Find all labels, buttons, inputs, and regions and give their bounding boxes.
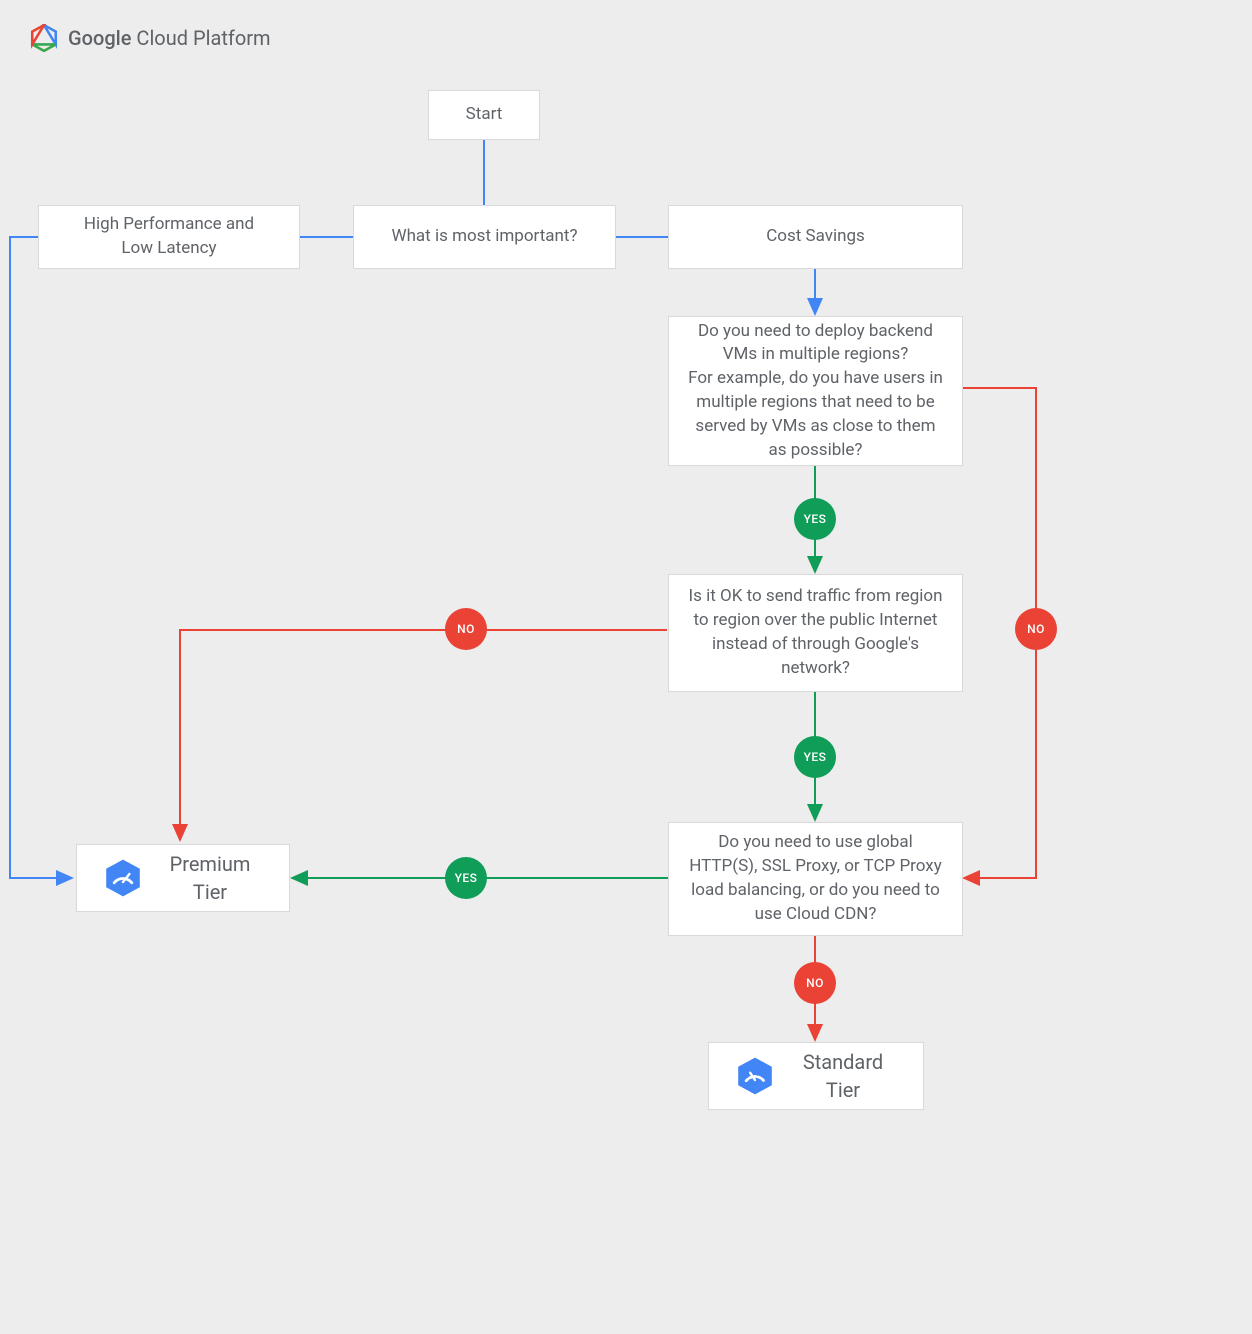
node-question-regions: Do you need to deploy backend VMs in mul… [668, 316, 963, 466]
node-question-internet-label: Is it OK to send traffic from region to … [687, 585, 944, 680]
badge-yes-regions: YES [794, 498, 836, 540]
node-question-important-label: What is most important? [391, 225, 577, 249]
header-brand-bold: Google [68, 26, 131, 50]
header-brand: Google Cloud Platform [68, 26, 271, 50]
node-premium-tier: Premium Tier [76, 844, 290, 912]
badge-yes-label-3: YES [455, 871, 478, 885]
node-question-regions-label: Do you need to deploy backend VMs in mul… [687, 320, 944, 463]
node-high-performance-label: High Performance andLow Latency [84, 213, 254, 261]
badge-no-label-3: NO [806, 976, 824, 990]
node-cost-savings: Cost Savings [668, 205, 963, 269]
badge-yes-label-2: YES [804, 750, 827, 764]
badge-yes-label: YES [804, 512, 827, 526]
node-question-important: What is most important? [353, 205, 616, 269]
standard-tier-icon [735, 1056, 775, 1096]
header: Google Cloud Platform [30, 24, 271, 52]
node-question-global-lb: Do you need to use global HTTP(S), SSL P… [668, 822, 963, 936]
badge-no-internet: NO [445, 608, 487, 650]
gcp-logo-icon [30, 24, 58, 52]
node-cost-savings-label: Cost Savings [766, 225, 865, 249]
node-premium-tier-label: Premium Tier [157, 850, 263, 906]
node-standard-tier: Standard Tier [708, 1042, 924, 1110]
node-standard-tier-label: Standard Tier [789, 1048, 897, 1104]
node-question-global-lb-label: Do you need to use global HTTP(S), SSL P… [687, 831, 944, 926]
badge-no-global-lb: NO [794, 962, 836, 1004]
node-start: Start [428, 90, 540, 140]
premium-tier-icon [103, 858, 143, 898]
node-question-internet: Is it OK to send traffic from region to … [668, 574, 963, 692]
badge-no-regions: NO [1015, 608, 1057, 650]
badge-no-label-2: NO [457, 622, 475, 636]
badge-yes-internet: YES [794, 736, 836, 778]
connectors [0, 0, 1252, 1334]
header-brand-rest: Cloud Platform [131, 26, 270, 50]
badge-no-label: NO [1027, 622, 1045, 636]
node-high-performance: High Performance andLow Latency [38, 205, 300, 269]
node-start-label: Start [466, 103, 503, 127]
badge-yes-global-lb: YES [445, 857, 487, 899]
